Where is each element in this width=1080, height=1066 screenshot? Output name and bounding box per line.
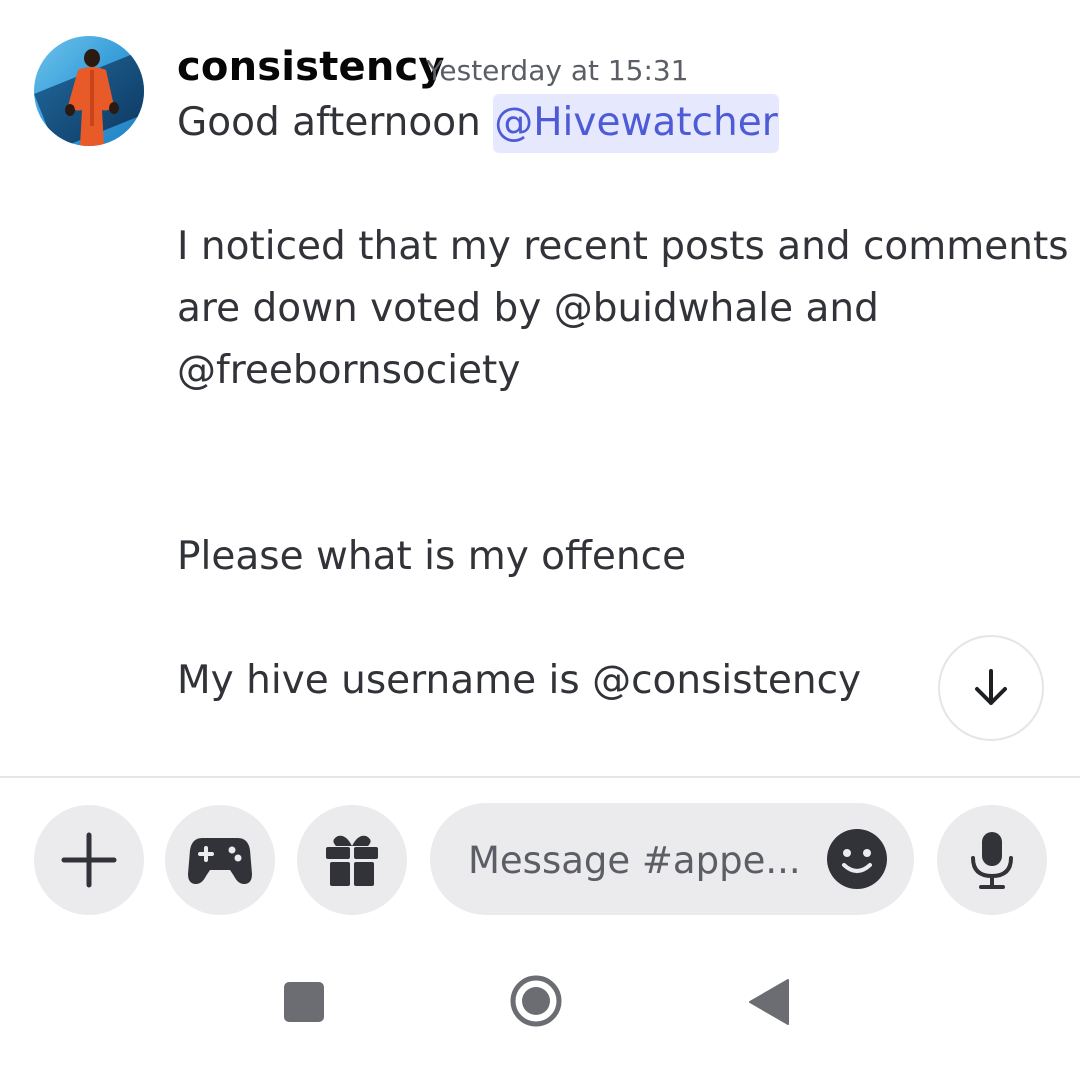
add-attachment-button[interactable] bbox=[34, 805, 144, 915]
message-line: are down voted by @buidwhale and bbox=[177, 286, 879, 331]
circle-icon bbox=[510, 975, 562, 1027]
square-icon bbox=[284, 982, 324, 1022]
nav-home-button[interactable] bbox=[509, 974, 563, 1032]
activities-button[interactable] bbox=[165, 805, 275, 915]
jump-to-bottom-button[interactable] bbox=[938, 635, 1044, 741]
smile-icon bbox=[827, 829, 887, 889]
message-line: Please what is my offence bbox=[177, 534, 687, 579]
gamepad-icon bbox=[188, 838, 252, 884]
triangle-back-icon bbox=[749, 979, 789, 1025]
message-input[interactable] bbox=[466, 831, 810, 889]
gift-icon bbox=[326, 835, 378, 886]
microphone-icon bbox=[971, 832, 1013, 889]
plus-icon bbox=[61, 832, 117, 888]
arrow-down-icon bbox=[975, 669, 1007, 705]
greeting-text: Good afternoon bbox=[177, 100, 494, 145]
message-greeting-line: Good afternoon @Hivewatcher bbox=[177, 94, 779, 153]
mention-hivewatcher[interactable]: @Hivewatcher bbox=[493, 94, 779, 153]
nav-back-button[interactable] bbox=[748, 978, 790, 1030]
emoji-button[interactable] bbox=[827, 829, 887, 889]
avatar[interactable] bbox=[34, 36, 144, 146]
composer-divider bbox=[0, 776, 1080, 778]
message-timestamp: Yesterday at 15:31 bbox=[426, 54, 689, 87]
message-input-container[interactable] bbox=[430, 803, 914, 915]
message-line: @freebornsociety bbox=[177, 348, 521, 393]
voice-message-button[interactable] bbox=[937, 805, 1047, 915]
message-line: My hive username is @consistency bbox=[177, 658, 862, 703]
gift-button[interactable] bbox=[297, 805, 407, 915]
message-line: I noticed that my recent posts and comme… bbox=[177, 224, 1069, 269]
author-name[interactable]: consistency bbox=[177, 44, 445, 90]
nav-recents-button[interactable] bbox=[284, 982, 324, 1026]
